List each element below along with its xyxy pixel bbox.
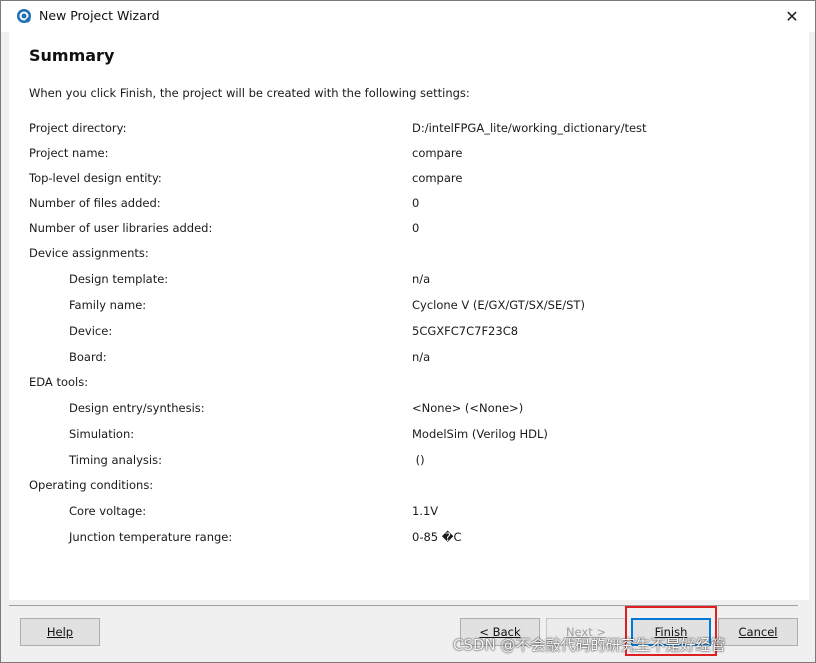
setting-value: () bbox=[412, 453, 425, 467]
new-project-wizard-window: New Project Wizard ✕ Summary When you cl… bbox=[0, 0, 816, 663]
help-button[interactable]: Help bbox=[20, 618, 100, 646]
setting-value: compare bbox=[412, 171, 463, 185]
setting-row: Project directory: D:/intelFPGA_lite/wor… bbox=[9, 121, 809, 141]
setting-label: Board: bbox=[69, 350, 107, 364]
setting-row: Design template: n/a bbox=[9, 272, 809, 292]
setting-value: 0 bbox=[412, 221, 420, 235]
setting-label: Number of files added: bbox=[29, 196, 161, 210]
intro-text: When you click Finish, the project will … bbox=[29, 86, 470, 100]
setting-row: Simulation: ModelSim (Verilog HDL) bbox=[9, 427, 809, 447]
setting-value: n/a bbox=[412, 272, 431, 286]
section-heading-row: EDA tools: bbox=[9, 375, 809, 395]
close-button[interactable]: ✕ bbox=[769, 1, 815, 32]
setting-value: <None> (<None>) bbox=[412, 401, 524, 415]
close-icon: ✕ bbox=[785, 7, 799, 26]
setting-label: Device: bbox=[69, 324, 113, 338]
setting-value: 5CGXFC7C7F23C8 bbox=[412, 324, 519, 338]
setting-value: compare bbox=[412, 146, 463, 160]
section-heading-row: Device assignments: bbox=[9, 246, 809, 266]
setting-label: Core voltage: bbox=[69, 504, 147, 518]
setting-row: Design entry/synthesis: <None> (<None>) bbox=[9, 401, 809, 421]
setting-label: Simulation: bbox=[69, 427, 135, 441]
setting-label: Family name: bbox=[69, 298, 147, 312]
setting-row: Board: n/a bbox=[9, 350, 809, 370]
setting-row: Core voltage: 1.1V bbox=[9, 504, 809, 524]
title-bar: New Project Wizard ✕ bbox=[1, 1, 815, 32]
setting-value: ModelSim (Verilog HDL) bbox=[412, 427, 548, 441]
setting-row: Project name: compare bbox=[9, 146, 809, 166]
setting-row: Timing analysis: () bbox=[9, 453, 809, 473]
setting-value: 1.1V bbox=[412, 504, 439, 518]
help-button-label: Help bbox=[46, 625, 74, 639]
section-label: Operating conditions: bbox=[29, 478, 154, 492]
setting-value: 0 bbox=[412, 196, 420, 210]
watermark: CSDN @不会敲代码的研究生不是好经管 bbox=[453, 636, 726, 654]
page-title: Summary bbox=[29, 46, 115, 65]
cancel-button[interactable]: Cancel bbox=[718, 618, 798, 646]
setting-label: Project name: bbox=[29, 146, 109, 160]
setting-row: Top-level design entity: compare bbox=[9, 171, 809, 191]
setting-value: n/a bbox=[412, 350, 431, 364]
setting-label: Top-level design entity: bbox=[29, 171, 162, 185]
section-label: EDA tools: bbox=[29, 375, 89, 389]
setting-label: Number of user libraries added: bbox=[29, 221, 213, 235]
quartus-app-icon bbox=[17, 9, 31, 23]
setting-row: Number of files added: 0 bbox=[9, 196, 809, 216]
setting-value: D:/intelFPGA_lite/working_dictionary/tes… bbox=[412, 121, 647, 135]
setting-row: Family name: Cyclone V (E/GX/GT/SX/SE/ST… bbox=[9, 298, 809, 318]
window-title: New Project Wizard bbox=[39, 8, 160, 23]
section-label: Device assignments: bbox=[29, 246, 149, 260]
setting-row: Number of user libraries added: 0 bbox=[9, 221, 809, 241]
setting-row: Junction temperature range: 0-85 �C bbox=[9, 530, 809, 550]
cancel-button-label: Cancel bbox=[738, 625, 778, 639]
setting-label: Project directory: bbox=[29, 121, 127, 135]
setting-label: Junction temperature range: bbox=[69, 530, 233, 544]
setting-label: Design entry/synthesis: bbox=[69, 401, 205, 415]
summary-page: Summary When you click Finish, the proje… bbox=[9, 32, 809, 600]
setting-row: Device: 5CGXFC7C7F23C8 bbox=[9, 324, 809, 344]
setting-label: Design template: bbox=[69, 272, 169, 286]
setting-value: Cyclone V (E/GX/GT/SX/SE/ST) bbox=[412, 298, 585, 312]
setting-label: Timing analysis: bbox=[69, 453, 162, 467]
section-heading-row: Operating conditions: bbox=[9, 478, 809, 498]
setting-value: 0-85 �C bbox=[412, 530, 462, 544]
